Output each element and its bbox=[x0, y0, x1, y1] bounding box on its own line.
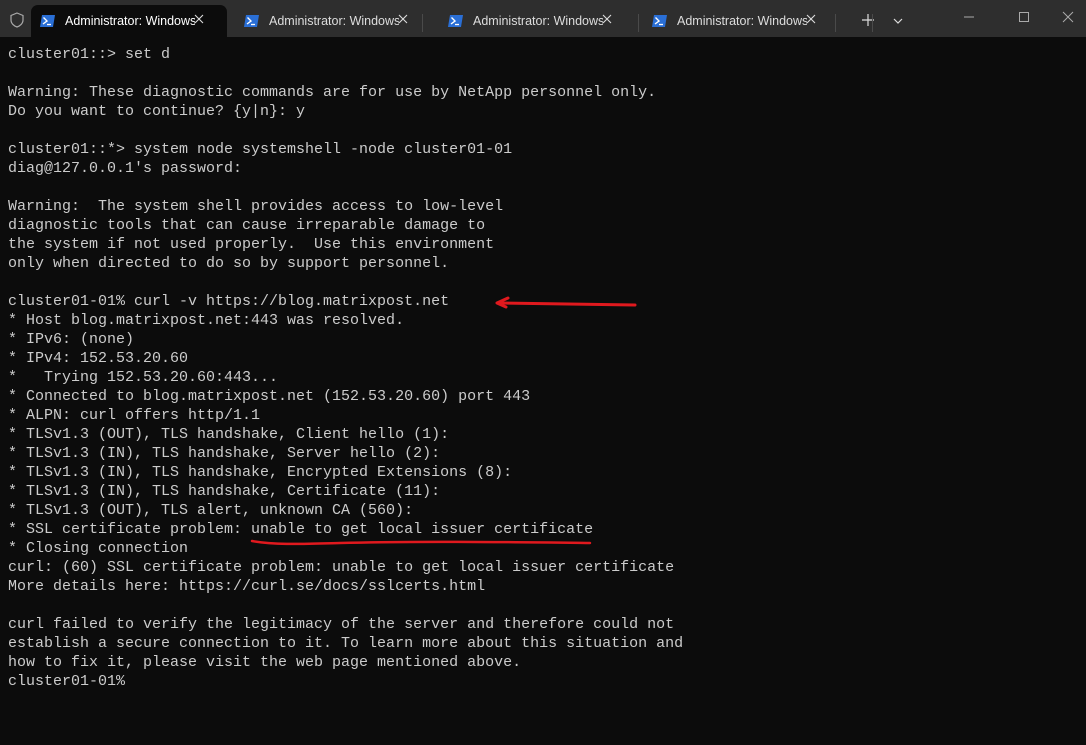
terminal-line: diag@127.0.0.1's password: bbox=[8, 160, 243, 177]
close-tab-icon[interactable] bbox=[193, 13, 205, 25]
terminal-line: * TLSv1.3 (IN), TLS handshake, Certifica… bbox=[8, 483, 441, 500]
terminal-line: * SSL certificate problem: unable to get… bbox=[8, 521, 594, 538]
tab-powershell-3[interactable]: Administrator: Windows PowerShell bbox=[439, 5, 635, 37]
terminal-line: * Connected to blog.matrixpost.net (152.… bbox=[8, 388, 531, 405]
terminal-line: how to fix it, please visit the web page… bbox=[8, 654, 522, 671]
close-window-icon[interactable] bbox=[1061, 10, 1075, 24]
close-tab-icon[interactable] bbox=[805, 13, 817, 25]
terminal-line: establish a secure connection to it. To … bbox=[8, 635, 684, 652]
terminal-line: * Host blog.matrixpost.net:443 was resol… bbox=[8, 312, 405, 329]
powershell-icon bbox=[244, 15, 259, 27]
tab-powershell-2[interactable]: Administrator: Windows PowerShell bbox=[235, 5, 431, 37]
tab-separator bbox=[422, 14, 423, 32]
tab-separator bbox=[638, 14, 639, 32]
terminal-line: * TLSv1.3 (IN), TLS handshake, Encrypted… bbox=[8, 464, 513, 481]
maximize-icon[interactable] bbox=[1017, 10, 1031, 24]
terminal-line: * Trying 152.53.20.60:443... bbox=[8, 369, 279, 386]
terminal-line: diagnostic tools that can cause irrepara… bbox=[8, 217, 486, 234]
close-tab-icon[interactable] bbox=[601, 13, 613, 25]
terminal-line: cluster01-01% bbox=[8, 673, 126, 690]
terminal-line: * IPv6: (none) bbox=[8, 331, 135, 348]
terminal-line: * TLSv1.3 (OUT), TLS handshake, Client h… bbox=[8, 426, 450, 443]
powershell-icon bbox=[448, 15, 463, 27]
terminal-line: * TLSv1.3 (OUT), TLS alert, unknown CA (… bbox=[8, 502, 414, 519]
terminal-line: cluster01::> set d bbox=[8, 46, 171, 63]
minimize-icon[interactable] bbox=[962, 10, 976, 24]
terminal-line: * ALPN: curl offers http/1.1 bbox=[8, 407, 261, 424]
terminal-line: More details here: https://curl.se/docs/… bbox=[8, 578, 486, 595]
terminal-line: * IPv4: 152.53.20.60 bbox=[8, 350, 189, 367]
terminal-line: * Closing connection bbox=[8, 540, 189, 557]
tab-separator bbox=[872, 14, 873, 32]
chevron-down-icon[interactable] bbox=[891, 14, 905, 28]
terminal-line: Warning: These diagnostic commands are f… bbox=[8, 84, 657, 101]
tab-label: Administrator: Windows PowerShell bbox=[473, 14, 603, 28]
terminal-line: Warning: The system shell provides acces… bbox=[8, 198, 504, 215]
terminal-line: * TLSv1.3 (IN), TLS handshake, Server he… bbox=[8, 445, 441, 462]
terminal-line: Do you want to continue? {y|n}: y bbox=[8, 103, 306, 120]
tab-separator bbox=[835, 14, 836, 32]
powershell-icon bbox=[652, 15, 667, 27]
tab-powershell-1[interactable]: Administrator: Windows PowerShell bbox=[31, 5, 227, 37]
tab-label: Administrator: Windows PowerShell bbox=[677, 14, 807, 28]
terminal-line: curl: (60) SSL certificate problem: unab… bbox=[8, 559, 675, 576]
terminal-line: only when directed to do so by support p… bbox=[8, 255, 450, 272]
tab-label: Administrator: Windows PowerShell bbox=[65, 14, 195, 28]
terminal-output[interactable]: cluster01::> set dWarning: These diagnos… bbox=[8, 45, 683, 691]
terminal-line: the system if not used properly. Use thi… bbox=[8, 236, 495, 253]
tab-powershell-4[interactable]: Administrator: Windows PowerShell bbox=[643, 5, 839, 37]
terminal-line: curl failed to verify the legitimacy of … bbox=[8, 616, 675, 633]
title-bar: Administrator: Windows PowerShell Admini… bbox=[0, 0, 1086, 37]
terminal-line: cluster01::*> system node systemshell -n… bbox=[8, 141, 513, 158]
powershell-icon bbox=[40, 15, 55, 27]
close-tab-icon[interactable] bbox=[397, 13, 409, 25]
terminal-line: cluster01-01% curl -v https://blog.matri… bbox=[8, 293, 450, 310]
tab-label: Administrator: Windows PowerShell bbox=[269, 14, 399, 28]
shield-icon bbox=[10, 12, 24, 28]
